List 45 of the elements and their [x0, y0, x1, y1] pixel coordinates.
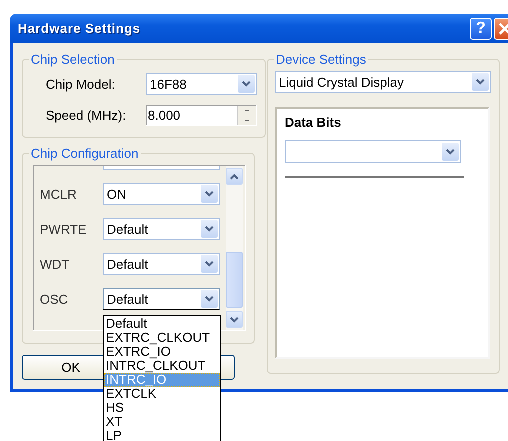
- close-icon: [499, 22, 508, 34]
- config-combo[interactable]: Default: [103, 253, 220, 275]
- dropdown-button[interactable]: [238, 75, 255, 93]
- caret-icon: [205, 226, 214, 232]
- config-combo[interactable]: Default: [103, 288, 220, 310]
- dropdown-button[interactable]: [201, 255, 218, 273]
- dropdown-option[interactable]: XT: [104, 415, 220, 429]
- panel-title: Data Bits: [285, 115, 342, 130]
- group-title: Chip Configuration: [30, 146, 140, 161]
- caret-icon: [446, 148, 455, 154]
- caret-icon: [205, 191, 214, 197]
- spin-buttons-icon[interactable]: [237, 106, 256, 125]
- config-combo[interactable]: Default: [103, 218, 220, 240]
- dropdown-button[interactable]: [201, 290, 218, 308]
- field-label: Chip Model:: [45, 76, 116, 92]
- chip-model-combo[interactable]: 16F88: [146, 73, 257, 95]
- config-label: PWRTE: [40, 222, 88, 236]
- dropdown-option[interactable]: LP: [104, 429, 220, 441]
- window-title: Hardware Settings: [18, 21, 142, 36]
- help-button[interactable]: ?: [470, 18, 492, 40]
- dropdown-button[interactable]: [201, 220, 218, 238]
- group-title: Device Settings: [275, 52, 368, 67]
- caret-icon: [205, 296, 214, 302]
- dropdown-option[interactable]: HS: [104, 401, 220, 415]
- dropdown-button[interactable]: [472, 73, 489, 91]
- dropdown-button[interactable]: [201, 185, 218, 203]
- config-label: WDT: [40, 256, 71, 272]
- caret-icon: [205, 261, 214, 267]
- config-label: OSC: [40, 292, 70, 306]
- dropdown-option[interactable]: EXTCLK: [104, 387, 220, 401]
- scroll-down-button[interactable]: [226, 311, 243, 328]
- scrollbar[interactable]: [226, 166, 243, 330]
- dropdown-button[interactable]: [442, 142, 459, 160]
- dropdown-option[interactable]: Default: [104, 317, 220, 331]
- config-combo[interactable]: ON: [103, 183, 220, 205]
- speed-field[interactable]: 8.000: [146, 105, 257, 126]
- scroll-up-button[interactable]: [226, 168, 243, 185]
- group-title: Chip Selection: [30, 52, 116, 67]
- caret-icon: [242, 81, 251, 87]
- scroll-thumb[interactable]: [226, 252, 243, 308]
- dropdown-option[interactable]: EXTRC_CLKOUT: [104, 331, 220, 345]
- device-combo[interactable]: Liquid Crystal Display: [275, 71, 491, 93]
- field-label: Speed (MHz):: [45, 108, 128, 123]
- config-label: MCLR: [40, 186, 78, 202]
- caret-icon: [476, 79, 485, 85]
